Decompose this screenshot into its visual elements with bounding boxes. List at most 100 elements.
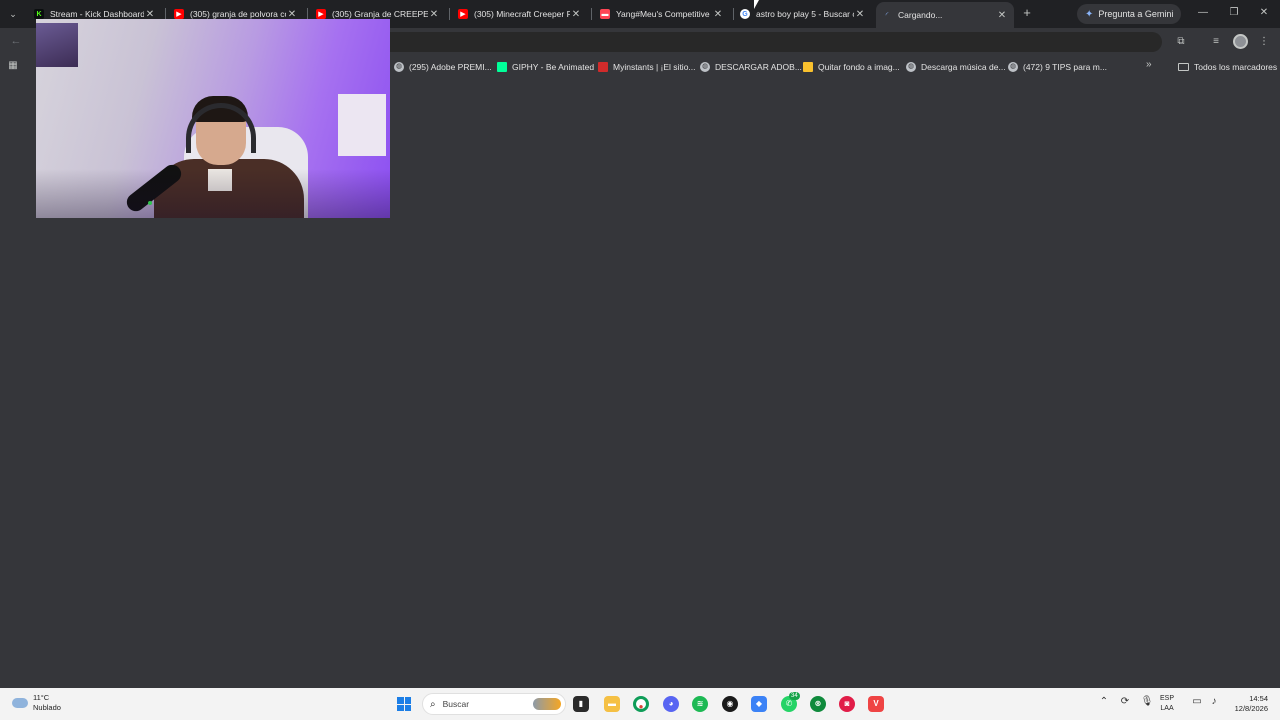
restore-button[interactable]: ❐ (1224, 5, 1244, 21)
gemini-spark-icon: ✦ (1085, 8, 1094, 20)
tab-title: (305) granja de polvora co (190, 9, 286, 19)
bookmark-9-tips[interactable]: ◍ (472) 9 TIPS para m... (1008, 59, 1107, 74)
mouse-cursor-icon (754, 0, 759, 9)
gemini-label: Pregunta a Gemini (1098, 9, 1174, 19)
minimize-button[interactable]: — (1193, 5, 1213, 21)
bookmark-giphy[interactable]: GIPHY - Be Animated (497, 59, 594, 74)
bookmark-adobe-premiere[interactable]: ◍ (295) Adobe PREMI... (394, 59, 492, 74)
windows-taskbar: 11°C Nublado ⌕ Buscar ▮ ▬ ● ◕ ≋ ◉ ◆ ✆ 34… (0, 688, 1280, 720)
youtube-icon: ▶ (316, 9, 326, 19)
search-highlight-icon (533, 698, 561, 710)
bookmark-label: DESCARGAR ADOB... (715, 61, 802, 72)
wall-poster-image (36, 23, 78, 67)
vscode-icon[interactable]: ◆ (751, 696, 767, 712)
microphone-tray-icon[interactable]: 🎙 (1140, 696, 1154, 707)
remove-bg-icon (803, 61, 813, 72)
close-icon[interactable]: ✕ (996, 10, 1008, 21)
bookmark-descargar-adobe[interactable]: ◍ DESCARGAR ADOB... (700, 59, 802, 74)
xbox-icon[interactable]: ⊗ (810, 696, 826, 712)
chrome-icon[interactable]: ● (633, 696, 649, 712)
language-indicator[interactable]: ESP LAA (1160, 694, 1174, 714)
webcam-overlay (36, 19, 390, 218)
media-controls-icon[interactable]: ≡ (1208, 34, 1224, 50)
webcam-shadow (36, 169, 390, 218)
tracker-icon: ▬ (600, 9, 610, 19)
wall-poster-image (338, 94, 386, 156)
lang-code: ESP (1160, 695, 1175, 702)
file-explorer-icon[interactable]: ▬ (604, 696, 620, 712)
clock-time: 14:54 (1249, 694, 1268, 703)
youtube-icon: ▶ (174, 9, 184, 19)
tab-competitive-tracker[interactable]: ▬ Yang#Meu's Competitive ✕ (594, 4, 730, 24)
bookmark-label: Quitar fondo a imag... (818, 61, 900, 72)
all-bookmarks-folder[interactable]: Todos los marcadores (1178, 59, 1277, 74)
tab-separator (449, 8, 450, 20)
weather-temp: 11°C (33, 693, 50, 702)
globe-icon: ◍ (700, 61, 710, 72)
close-icon[interactable]: ✕ (854, 9, 866, 20)
kick-icon: K (34, 9, 44, 19)
close-icon[interactable]: ✕ (570, 9, 582, 20)
system-clock[interactable]: 14:54 12/8/2026 (1226, 694, 1268, 714)
all-bookmarks-label: Todos los marcadores (1194, 61, 1278, 72)
new-tab-button[interactable]: + (1019, 5, 1035, 21)
globe-icon: ◍ (394, 61, 404, 72)
discord-icon[interactable]: ◕ (663, 696, 679, 712)
lang-layout: LAA (1160, 705, 1174, 712)
taskbar-search-box[interactable]: ⌕ Buscar (422, 693, 566, 715)
weather-widget[interactable]: 11°C Nublado (12, 693, 61, 713)
close-icon[interactable]: ✕ (712, 9, 724, 20)
close-icon[interactable]: ✕ (428, 9, 440, 20)
clock-date: 12/8/2026 (1234, 704, 1268, 713)
tab-loading[interactable]: ◜ Cargando... ✕ (876, 2, 1014, 28)
search-placeholder: Buscar (442, 699, 470, 709)
volume-icon[interactable]: ♪ (1207, 696, 1221, 707)
bookmark-label: (295) Adobe PREMI... (409, 61, 492, 72)
tab-title: (305) Minecraft Creeper Fa (474, 9, 570, 19)
tray-overflow-icon[interactable]: ⌃ (1097, 696, 1111, 707)
gemini-button[interactable]: ✦ Pregunta a Gemini (1077, 4, 1182, 24)
tab-title: astro boy play 5 - Buscar c (756, 9, 854, 19)
tab-separator (591, 8, 592, 20)
tab-title: Yang#Meu's Competitive (616, 9, 710, 19)
valorant-icon[interactable]: V (868, 696, 884, 712)
bookmark-descarga-musica[interactable]: ◍ Descarga música de... (906, 59, 1006, 74)
recorder-icon[interactable]: ◙ (839, 696, 855, 712)
google-icon: G (740, 9, 750, 19)
bookmark-quitar-fondo[interactable]: Quitar fondo a imag... (803, 59, 900, 74)
windows-start-icon[interactable] (397, 697, 411, 711)
close-icon[interactable]: ✕ (144, 9, 156, 20)
spotify-icon[interactable]: ≋ (692, 696, 708, 712)
whatsapp-badge: 34 (789, 692, 800, 700)
tab-search-button[interactable]: ⌄ (4, 5, 22, 23)
obs-icon[interactable]: ◉ (722, 696, 738, 712)
tab-title: Stream - Kick Dashboard (50, 9, 144, 19)
extensions-icon[interactable]: ⧉ (1173, 34, 1189, 50)
menu-kebab-icon[interactable]: ⋮ (1256, 34, 1272, 50)
bookmarks-overflow-icon[interactable]: » (1146, 59, 1152, 70)
close-window-button[interactable]: ✕ (1254, 5, 1274, 21)
myinstants-icon (598, 61, 608, 72)
bookmark-label: GIPHY - Be Animated (512, 61, 595, 72)
globe-icon: ◍ (906, 61, 916, 72)
folder-icon (1178, 62, 1189, 71)
weather-text: 11°C Nublado (33, 693, 61, 713)
tab-minecraft-creeper[interactable]: ▶ (305) Minecraft Creeper Fa ✕ (452, 4, 588, 24)
profile-avatar[interactable] (1233, 34, 1248, 49)
apps-grid-icon[interactable]: ▦ (7, 60, 19, 72)
bookmark-myinstants[interactable]: Myinstants | ¡El sitio... (598, 59, 696, 74)
close-icon[interactable]: ✕ (286, 9, 298, 20)
tab-title: (305) Granja de CREEPERS (332, 9, 428, 19)
network-icon[interactable]: ▭ (1190, 696, 1204, 707)
loading-icon: ◜ (885, 12, 889, 19)
globe-icon: ◍ (1008, 61, 1018, 72)
bookmark-label: (472) 9 TIPS para m... (1023, 61, 1107, 72)
youtube-icon: ▶ (458, 9, 468, 19)
back-arrow-icon[interactable]: ← (8, 33, 24, 49)
sync-icon[interactable]: ⟳ (1118, 696, 1132, 707)
weather-desc: Nublado (33, 703, 61, 712)
cloud-icon (12, 698, 28, 708)
task-view-icon[interactable]: ▮ (573, 696, 589, 712)
giphy-icon (497, 61, 507, 72)
tab-title: Cargando... (898, 10, 943, 20)
